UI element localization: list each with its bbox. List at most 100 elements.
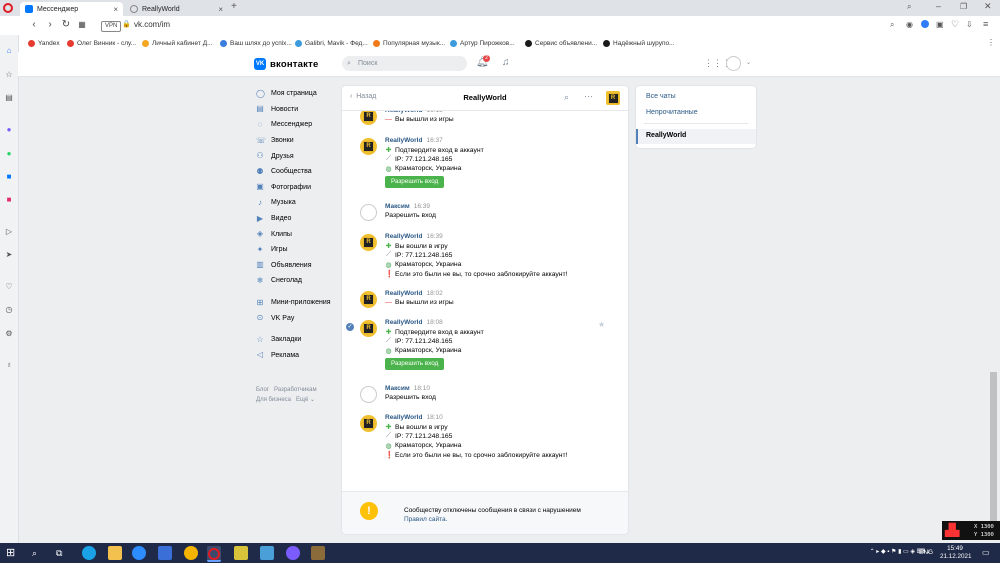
forward-arrow-icon[interactable]: › [44, 19, 56, 31]
chat-avatar[interactable]: R [606, 91, 620, 105]
star-icon[interactable]: ☆ [4, 70, 14, 80]
message-avatar[interactable]: R [360, 291, 377, 308]
vpn-badge[interactable]: VPN [101, 21, 122, 32]
clipboard-icon[interactable]: ▤ [4, 93, 14, 103]
vimeworld-icon[interactable] [260, 546, 274, 560]
zoom-icon[interactable]: ⌕ [890, 20, 894, 30]
nav-item[interactable]: ▥ Объявления [256, 258, 336, 274]
nav-item[interactable]: ◁ Реклама [256, 348, 336, 364]
allow-login-button[interactable]: Разрешить вход [385, 358, 445, 371]
bookmark-item[interactable]: Сервис объявлени... [525, 38, 597, 49]
speed-dial-icon[interactable]: ⌂ [4, 46, 14, 56]
tab-messenger[interactable]: Мессенджер × [20, 2, 123, 16]
windows-start-icon[interactable]: ⊞ [6, 546, 20, 560]
vpn-shield-icon[interactable] [921, 20, 929, 28]
tabs-grid-icon[interactable]: ▦ [76, 19, 88, 31]
bookmark-item[interactable]: Олег Винник - слу... [67, 38, 136, 49]
nav-item[interactable]: ☏ Звонки [256, 133, 336, 149]
search-tabs-icon[interactable]: ⌕ [907, 2, 911, 12]
message-avatar[interactable]: R [360, 138, 377, 155]
nav-item[interactable]: ▣ Фотографии [256, 180, 336, 196]
messenger-icon[interactable]: ● [4, 125, 14, 135]
heart-icon[interactable]: ♡ [951, 19, 959, 30]
settings-icon[interactable]: ⚙ [4, 329, 14, 339]
rules-link[interactable]: Правил сайта. [404, 516, 447, 523]
nav-item[interactable]: ♪ Музыка [256, 195, 336, 211]
message-author[interactable]: ReallyWorld [385, 233, 422, 240]
minecraft-icon[interactable] [311, 546, 325, 560]
footer-link-blog[interactable]: Блог [256, 387, 269, 393]
chrome-icon[interactable] [184, 546, 198, 560]
footer-link-more[interactable]: Ещё ⌄ [296, 397, 315, 403]
nav-item[interactable]: ◌ Мессенджер [256, 117, 336, 133]
message-author[interactable]: ReallyWorld [385, 319, 422, 326]
minecraft-launcher-icon[interactable] [234, 546, 248, 560]
vk-sidebar-icon[interactable]: ■ [4, 172, 14, 182]
whatsapp-icon[interactable]: ● [4, 149, 14, 159]
chat-search-icon[interactable]: ⌕ [564, 92, 569, 103]
heart-sidebar-icon[interactable]: ♡ [4, 282, 14, 292]
taskbar-search-icon[interactable]: ⌕ [32, 546, 46, 560]
nav-item[interactable]: ⚉ Сообщества [256, 164, 336, 180]
user-avatar[interactable] [726, 56, 741, 71]
bookmark-item[interactable]: Galibri, Mavik - Фед... [295, 38, 368, 49]
filter-active-chat[interactable]: ReallyWorld [636, 129, 756, 144]
history-icon[interactable]: ◷ [4, 305, 14, 315]
nav-item[interactable]: ✦ Игры [256, 242, 336, 258]
language-indicator[interactable]: ENG [919, 549, 933, 556]
bookmark-item[interactable]: Личный кабинет Д... [142, 38, 213, 49]
reload-icon[interactable]: ↻ [60, 19, 72, 31]
vk-logo[interactable]: VK вконтакте [254, 58, 318, 70]
opera-logo-icon[interactable] [3, 3, 13, 13]
url-field[interactable]: vk.com/im [134, 20, 170, 29]
notifications-icon[interactable]: ▭ [982, 548, 990, 557]
nav-item[interactable]: ◯ Моя страница [256, 86, 336, 102]
lightbulb-icon[interactable]: ♁ [4, 360, 14, 370]
menu-icon[interactable]: ≡ [983, 19, 988, 29]
chevron-down-icon[interactable]: ⌄ [746, 59, 751, 66]
instagram-icon[interactable]: ■ [4, 195, 14, 205]
message-avatar[interactable]: R [360, 415, 377, 432]
page-scrollbar[interactable] [990, 372, 997, 538]
nav-item[interactable]: ❄ Снеголад [256, 273, 336, 289]
task-view-icon[interactable]: ⧉ [56, 546, 70, 560]
filter-all-chats[interactable]: Все чаты [646, 93, 676, 100]
wallet-icon[interactable]: ▣ [936, 20, 944, 29]
nav-item[interactable]: ⚇ Друзья [256, 148, 336, 164]
maximize-icon[interactable]: ❐ [960, 2, 967, 11]
message-author[interactable]: Максим [385, 203, 410, 210]
messenger-taskbar-icon[interactable] [286, 546, 300, 560]
store-icon[interactable] [158, 546, 172, 560]
bookmark-item[interactable]: Надёжный шурупо... [603, 38, 675, 49]
message-avatar[interactable]: R [360, 234, 377, 251]
footer-link-dev[interactable]: Разработчикам [274, 387, 317, 393]
bookmark-item[interactable]: Популярная музык... [373, 38, 445, 49]
player-icon[interactable]: ▷ [4, 227, 14, 237]
tab-close-icon[interactable]: × [113, 5, 118, 14]
tab-close-icon[interactable]: × [218, 5, 223, 14]
close-window-icon[interactable]: ✕ [984, 1, 992, 12]
footer-link-business[interactable]: Для бизнеса [256, 397, 291, 403]
filter-unread[interactable]: Непрочитанные [646, 109, 698, 116]
camera-icon[interactable]: ◉ [906, 20, 913, 29]
message-avatar[interactable]: R [360, 320, 377, 337]
message-author[interactable]: ReallyWorld [385, 290, 422, 297]
bookmark-item[interactable]: Артур Пирожков... [450, 38, 515, 49]
nav-item[interactable]: ⊞ Мини-приложения [256, 295, 336, 311]
message-avatar[interactable] [360, 386, 377, 403]
allow-login-button[interactable]: Разрешить вход [385, 176, 445, 189]
more-icon[interactable]: ··· [584, 91, 593, 101]
message-author[interactable]: ReallyWorld [385, 137, 422, 144]
nav-item[interactable]: ⊙ VK Pay [256, 310, 336, 326]
download-icon[interactable]: ⇩ [966, 20, 973, 29]
bookmarks-more-icon[interactable]: ⋮ [987, 38, 995, 47]
back-arrow-icon[interactable]: ‹ [28, 19, 40, 31]
minimize-icon[interactable]: – [936, 1, 941, 11]
selected-check-icon[interactable]: ✓ [346, 323, 354, 331]
taskbar-clock[interactable]: 15:49 21.12.2021 [940, 545, 972, 561]
music-note-icon[interactable]: ♫ [502, 57, 510, 68]
nav-item[interactable]: ▶ Видео [256, 211, 336, 227]
bookmark-item[interactable]: Ваш шлях до успіх... [220, 38, 292, 49]
send-icon[interactable]: ➤ [4, 250, 14, 260]
zoom-app-icon[interactable] [132, 546, 146, 560]
